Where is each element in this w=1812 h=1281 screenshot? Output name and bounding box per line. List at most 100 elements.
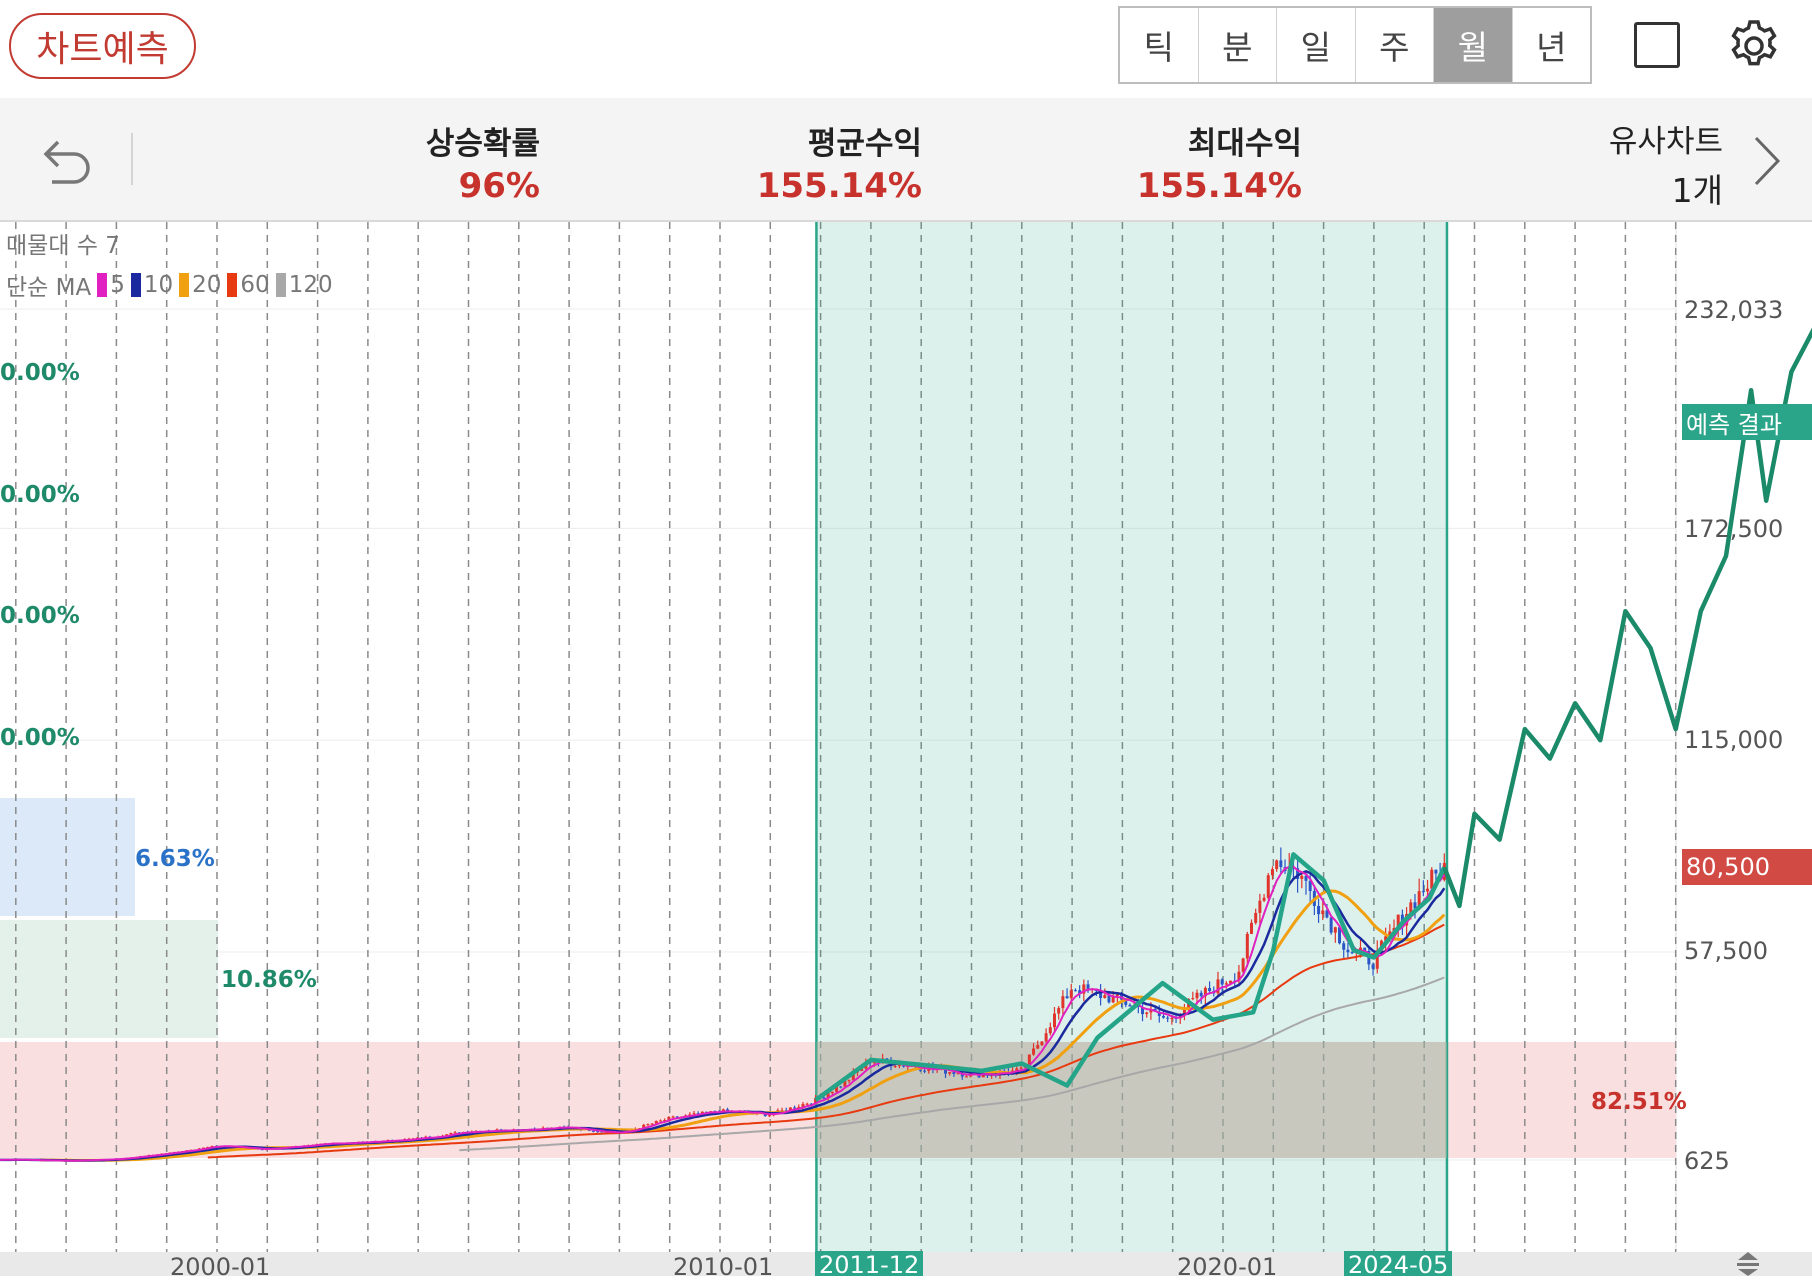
highlight-start-date: 2011-12 (815, 1251, 924, 1279)
candle-body (1241, 958, 1245, 972)
candle-body (1103, 995, 1107, 999)
candle-body (1430, 869, 1434, 889)
ma-type-label: 단순 MA (6, 275, 92, 301)
candle-body (1245, 933, 1249, 959)
resize-handle-icon[interactable] (1733, 1250, 1763, 1276)
highlight-end-date: 2024-05 (1344, 1251, 1453, 1279)
volume-profile-pct: 6.63% (135, 846, 215, 872)
candle-body (1258, 900, 1262, 913)
candle-body (646, 1124, 650, 1126)
candle-body (671, 1116, 675, 1118)
ma20-swatch (179, 273, 190, 297)
candle-body (1300, 875, 1304, 879)
candle-body (1191, 998, 1195, 1000)
candle-body (1036, 1045, 1040, 1049)
candle-body (449, 1133, 453, 1135)
candle-body (1032, 1048, 1036, 1055)
candle-body (822, 1097, 826, 1099)
candle-body (1342, 943, 1346, 950)
tab-minute[interactable]: 분 (1199, 8, 1277, 82)
candle-body (893, 1066, 897, 1068)
ma120-swatch (275, 273, 286, 297)
moving-average-legend: 단순 MA 5 10 20 60 120 (6, 268, 333, 302)
volume-profile-label: 매물대 수 7 (6, 233, 120, 259)
x-axis-tick: 2020-01 (1177, 1253, 1278, 1281)
candle-body (923, 1070, 927, 1072)
undo-icon[interactable] (38, 130, 96, 188)
volume-profile-pct: 0.00% (0, 360, 80, 386)
candle-body (1040, 1041, 1044, 1046)
candle-body (692, 1113, 696, 1115)
candle-body (948, 1072, 952, 1074)
overlap-shade (816, 1042, 1447, 1158)
candle-body (1220, 979, 1224, 985)
similar-chart-label[interactable]: 유사차트 (1609, 116, 1723, 161)
candle-body (453, 1132, 457, 1134)
volume-profile-bar (0, 798, 135, 916)
tab-tick[interactable]: 틱 (1120, 8, 1199, 82)
candle-body (1019, 1067, 1023, 1069)
candle-body (964, 1076, 968, 1078)
candle-body (1052, 1013, 1056, 1028)
candle-body (1048, 1027, 1052, 1034)
candle-body (1317, 905, 1321, 915)
ma60-swatch (227, 273, 238, 297)
price-chart[interactable] (0, 222, 1812, 1276)
candle-body (1044, 1033, 1048, 1042)
candle-body (1065, 996, 1069, 999)
candle-body (591, 1130, 595, 1132)
candle-body (1057, 1008, 1061, 1014)
average-return-value: 155.14% (756, 166, 922, 206)
candle-body (1321, 910, 1325, 915)
candle-body (1333, 927, 1337, 933)
candle-body (1224, 983, 1228, 985)
prediction-result-tag: 예측 결과 (1682, 404, 1812, 440)
tab-month[interactable]: 월 (1434, 8, 1513, 82)
y-axis-tick: 115,000 (1684, 726, 1784, 754)
max-return-label: 최대수익 (1187, 126, 1302, 162)
ma10-swatch (130, 273, 141, 297)
candle-body (1061, 996, 1065, 1009)
candle-body (1266, 875, 1270, 898)
y-axis-tick: 625 (1684, 1147, 1730, 1175)
candle-body (767, 1115, 771, 1117)
volume-profile-pct: 82.51% (1591, 1089, 1687, 1115)
candle-body (1145, 1012, 1149, 1015)
candle-body (1371, 964, 1375, 969)
volume-profile-bar (0, 920, 218, 1038)
max-return-value: 155.14% (1136, 166, 1302, 206)
ma5-label: 5 (110, 272, 125, 298)
candle-body (1195, 992, 1199, 999)
rise-probability-value: 96% (458, 166, 540, 206)
fullscreen-square-icon[interactable] (1634, 22, 1680, 68)
candle-body (1329, 917, 1333, 933)
x-axis-tick: 2010-01 (673, 1253, 774, 1281)
current-price-tag: 80,500 (1682, 849, 1812, 885)
ma60-label: 60 (240, 272, 270, 298)
candle-body (1279, 860, 1283, 868)
candle-body (805, 1103, 809, 1105)
x-axis-tick: 2000-01 (170, 1253, 271, 1281)
candle-body (839, 1086, 843, 1088)
candle-body (1270, 869, 1274, 876)
similar-chart-count[interactable]: 1개 (1672, 164, 1723, 212)
candle-body (1262, 897, 1266, 901)
candle-body (1161, 1015, 1165, 1018)
volume-profile-pct: 0.00% (0, 725, 80, 751)
candle-body (1199, 992, 1203, 997)
y-axis-tick: 57,500 (1684, 937, 1768, 965)
candle-body (1275, 860, 1279, 870)
tab-week[interactable]: 주 (1356, 8, 1434, 82)
volume-profile-pct: 0.00% (0, 482, 80, 508)
y-axis-tick: 232,033 (1684, 296, 1784, 324)
chart-predict-button[interactable]: 차트예측 (9, 13, 196, 79)
tab-day[interactable]: 일 (1277, 8, 1356, 82)
chevron-right-icon[interactable] (1752, 134, 1782, 188)
candle-body (1421, 891, 1425, 893)
tab-year[interactable]: 년 (1513, 8, 1591, 82)
ma5-swatch (97, 273, 108, 297)
average-return-label: 평균수익 (807, 126, 922, 162)
candle-body (1250, 922, 1254, 934)
gear-icon[interactable] (1726, 18, 1782, 74)
candle-body (1434, 869, 1438, 874)
